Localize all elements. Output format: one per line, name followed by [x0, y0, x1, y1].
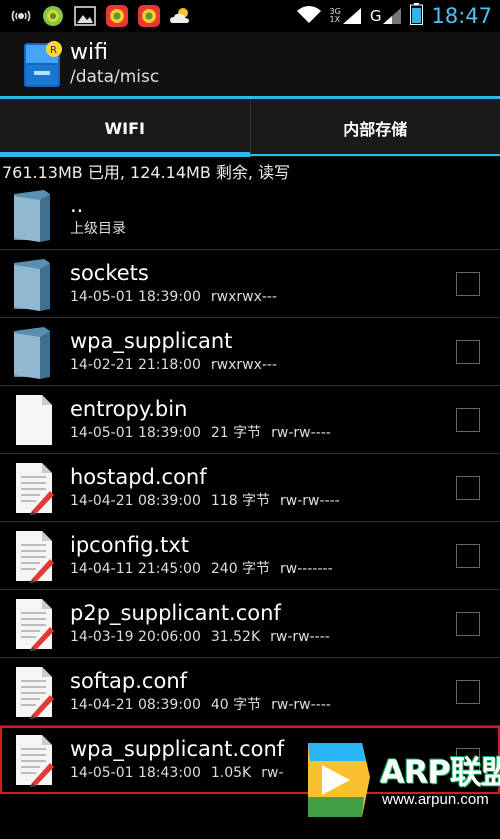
app-store-icon [136, 3, 162, 29]
android-icon [40, 3, 66, 29]
file-name: p2p_supplicant.conf [70, 601, 281, 625]
status-clock: 18:47 [431, 4, 492, 28]
network-type-1x: 1X [329, 15, 341, 24]
file-size: 118 字节 [210, 493, 271, 509]
folder-icon [10, 186, 58, 244]
select-checkbox[interactable] [456, 611, 480, 636]
tab-bar-divider [0, 154, 500, 156]
file-name: sockets [70, 261, 149, 285]
file-meta: 上级目录 [70, 220, 126, 237]
storage-summary: 761.13MB 已用, 124.14MB 剩余, 读写 [2, 163, 291, 182]
file-meta: 14-04-21 08:39:00 118 字节 rw-rw---- [70, 491, 340, 511]
signal-bars-icon [383, 8, 402, 24]
text-file-icon [10, 527, 58, 585]
file-date: 14-02-21 21:18:00 [70, 357, 201, 373]
file-perms: rw------- [280, 561, 333, 577]
blank-file-icon [10, 391, 58, 449]
list-item-file[interactable]: entropy.bin 14-05-01 18:39:00 21 字节 rw-rw-… [0, 386, 500, 454]
folder-icon [10, 323, 58, 381]
file-name: ipconfig.txt [70, 533, 189, 557]
file-name: hostapd.conf [70, 465, 207, 489]
text-file-icon [10, 595, 58, 653]
list-item-file[interactable]: ipconfig.txt 14-04-11 21:45:00 240 字节 rw--… [0, 522, 500, 590]
file-meta: 14-04-21 08:39:00 40 字节 rw-rw---- [70, 695, 331, 715]
file-list[interactable]: .. 上级目录 sockets 14-05-01 18:39:00 rwxrwx-… [0, 181, 500, 794]
watermark-url: www.arpun.com [382, 791, 489, 808]
text-file-icon [10, 663, 58, 721]
gsm-network-indicator: G [370, 7, 403, 25]
file-name: wpa_supplicant.conf [70, 737, 285, 761]
list-item-file[interactable]: p2p_supplicant.conf 14-03-19 20:06:00 31.… [0, 590, 500, 658]
signal-bars-icon [342, 8, 361, 24]
file-meta: 14-04-11 21:45:00 240 字节 rw------- [70, 559, 333, 579]
app-store-icon [104, 3, 130, 29]
file-date: 14-04-11 21:45:00 [70, 561, 201, 577]
status-bar: 3G 1X G 18:47 [0, 0, 500, 32]
file-perms: rw- [261, 765, 284, 781]
file-perms: rwxrwx--- [210, 289, 278, 305]
file-name: .. [70, 192, 84, 217]
action-bar: R wifi /data/misc [0, 32, 500, 96]
folder-path: /data/misc [70, 67, 160, 87]
file-perms: rw-rw---- [271, 425, 331, 441]
list-item-folder[interactable]: wpa_supplicant 14-02-21 21:18:00 rwxrwx--… [0, 318, 500, 386]
file-perms: rw-rw---- [280, 493, 340, 509]
file-meta: 14-03-19 20:06:00 31.52K rw-rw---- [70, 627, 330, 647]
file-perms: rw-rw---- [270, 629, 330, 645]
folder-icon [10, 255, 58, 313]
mobile-network-indicator: 3G 1X [330, 7, 362, 25]
folder-title: wifi [70, 40, 108, 65]
file-meta: 14-02-21 21:18:00 rwxrwx--- [70, 355, 277, 375]
file-size: 31.52K [210, 629, 261, 645]
file-size: 240 字节 [210, 561, 271, 577]
list-item-file[interactable]: softap.conf 14-04-21 08:39:00 40 字节 rw-rw-… [0, 658, 500, 726]
file-date: 14-04-21 08:39:00 [70, 493, 201, 509]
arp-logo-icon [308, 743, 370, 817]
select-checkbox[interactable] [456, 407, 480, 432]
list-item-parent-dir[interactable]: .. 上级目录 [0, 181, 500, 250]
network-type-g: G [369, 7, 382, 25]
file-size: 40 字节 [210, 697, 262, 713]
file-size: 21 字节 [210, 425, 262, 441]
select-checkbox[interactable] [456, 475, 480, 500]
text-file-icon [10, 731, 58, 789]
file-date: 14-05-01 18:39:00 [70, 425, 201, 441]
file-name: wpa_supplicant [70, 329, 233, 353]
battery-icon [410, 3, 424, 29]
text-file-icon [10, 459, 58, 517]
list-item-folder[interactable]: sockets 14-05-01 18:39:00 rwxrwx--- [0, 250, 500, 318]
file-date: 14-05-01 18:43:00 [70, 765, 201, 781]
select-checkbox[interactable] [456, 679, 480, 704]
root-explorer-app-icon[interactable]: R [20, 39, 64, 89]
usb-debug-icon [8, 3, 34, 29]
file-name: entropy.bin [70, 397, 188, 421]
list-item-file[interactable]: hostapd.conf 14-04-21 08:39:00 118 字节 rw-r… [0, 454, 500, 522]
select-checkbox[interactable] [456, 271, 480, 296]
select-checkbox[interactable] [456, 543, 480, 568]
file-date: 14-04-21 08:39:00 [70, 697, 201, 713]
image-icon [72, 3, 98, 29]
system-indicators: 3G 1X G 18:47 [296, 3, 500, 29]
file-meta: 14-05-01 18:39:00 21 字节 rw-rw---- [70, 423, 331, 443]
tab-wifi[interactable]: WIFI [0, 99, 250, 157]
svg-text:R: R [50, 45, 57, 56]
weather-icon [168, 3, 194, 29]
file-perms: rw-rw---- [271, 697, 331, 713]
file-perms: rwxrwx--- [210, 357, 278, 373]
notification-icons [0, 3, 194, 29]
arp-watermark: ARP联盟 www.arpun.com [300, 735, 500, 825]
file-date: 14-03-19 20:06:00 [70, 629, 201, 645]
tab-bar: WIFI 内部存储 [0, 99, 500, 157]
file-size: 1.05K [210, 765, 252, 781]
file-meta: 14-05-01 18:43:00 1.05K rw- [70, 763, 284, 783]
wifi-signal-icon [296, 4, 322, 28]
file-meta: 14-05-01 18:39:00 rwxrwx--- [70, 287, 277, 307]
select-checkbox[interactable] [456, 339, 480, 364]
file-name: softap.conf [70, 669, 188, 693]
tab-internal-storage[interactable]: 内部存储 [249, 99, 500, 157]
file-date: 14-05-01 18:39:00 [70, 289, 201, 305]
watermark-brand: ARP联盟 [380, 753, 500, 791]
